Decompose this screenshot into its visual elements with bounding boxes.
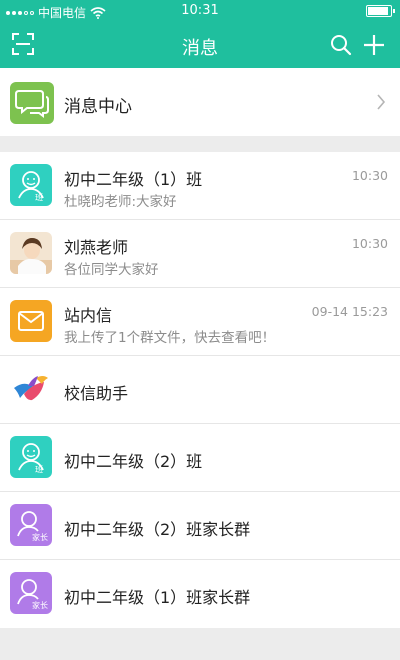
- conversation-name: 初中二年级（2）班家长群: [64, 520, 251, 539]
- photo-avatar: [10, 232, 52, 274]
- conversation-name: 初中二年级（2）班: [64, 452, 203, 471]
- conversation-row[interactable]: 家长 初中二年级（2）班家长群: [0, 492, 400, 560]
- conversation-row[interactable]: 站内信 我上传了1个群文件，快去查看吧！ 09-14 15:23: [0, 288, 400, 356]
- status-time: 10:31: [181, 3, 219, 18]
- plus-icon[interactable]: [362, 33, 386, 57]
- conversation-name: 站内信: [64, 306, 113, 325]
- class-avatar: 班: [10, 164, 52, 206]
- conversation-name: 初中二年级（1）班家长群: [64, 588, 251, 607]
- conversation-preview: 我上传了1个群文件，快去查看吧！: [64, 330, 276, 346]
- app-header: 中国电信 10:31 消息: [0, 0, 400, 68]
- chevron-right-icon: [377, 94, 386, 110]
- message-center-entry[interactable]: 消息中心: [0, 68, 400, 136]
- avatar-badge: 家长: [32, 600, 48, 610]
- avatar-badge: 家长: [32, 532, 48, 542]
- bottom-strip: [0, 628, 400, 660]
- bird-logo: [10, 368, 52, 410]
- search-icon[interactable]: [330, 34, 352, 56]
- parent-avatar: 家长: [10, 572, 52, 614]
- battery-icon: [366, 5, 395, 17]
- conversation-time: 10:30: [351, 236, 388, 251]
- conversation-name: 校信助手: [64, 384, 129, 403]
- conversation-name: 刘燕老师: [64, 238, 129, 257]
- message-center-label: 消息中心: [64, 97, 132, 117]
- conversation-row[interactable]: 家长 初中二年级（1）班家长群: [0, 560, 400, 628]
- conversation-list: 班 初中二年级（1）班 杜晓昀老师:大家好 10:30 刘燕老师 各位同学大家好…: [0, 152, 400, 628]
- status-bar: 中国电信 10:31: [0, 0, 400, 22]
- conversation-row[interactable]: 刘燕老师 各位同学大家好 10:30: [0, 220, 400, 288]
- avatar-badge: 班: [35, 464, 43, 474]
- conversation-row[interactable]: 校信助手: [0, 356, 400, 424]
- conversation-row[interactable]: 班 初中二年级（1）班 杜晓昀老师:大家好 10:30: [0, 152, 400, 220]
- avatar-badge: 班: [35, 192, 43, 202]
- parent-avatar: 家长: [10, 504, 52, 546]
- chat-bubbles-icon: [10, 82, 54, 124]
- conversation-time: 10:30: [351, 168, 388, 183]
- conversation-time: 09-14 15:23: [311, 304, 388, 319]
- title-bar: 消息: [0, 22, 400, 68]
- conversation-preview: 杜晓昀老师:大家好: [64, 194, 177, 210]
- conversation-row[interactable]: 班 初中二年级（2）班: [0, 424, 400, 492]
- class-avatar: 班: [10, 436, 52, 478]
- conversation-preview: 各位同学大家好: [64, 262, 159, 278]
- mail-avatar: [10, 300, 52, 342]
- conversation-name: 初中二年级（1）班: [64, 170, 203, 189]
